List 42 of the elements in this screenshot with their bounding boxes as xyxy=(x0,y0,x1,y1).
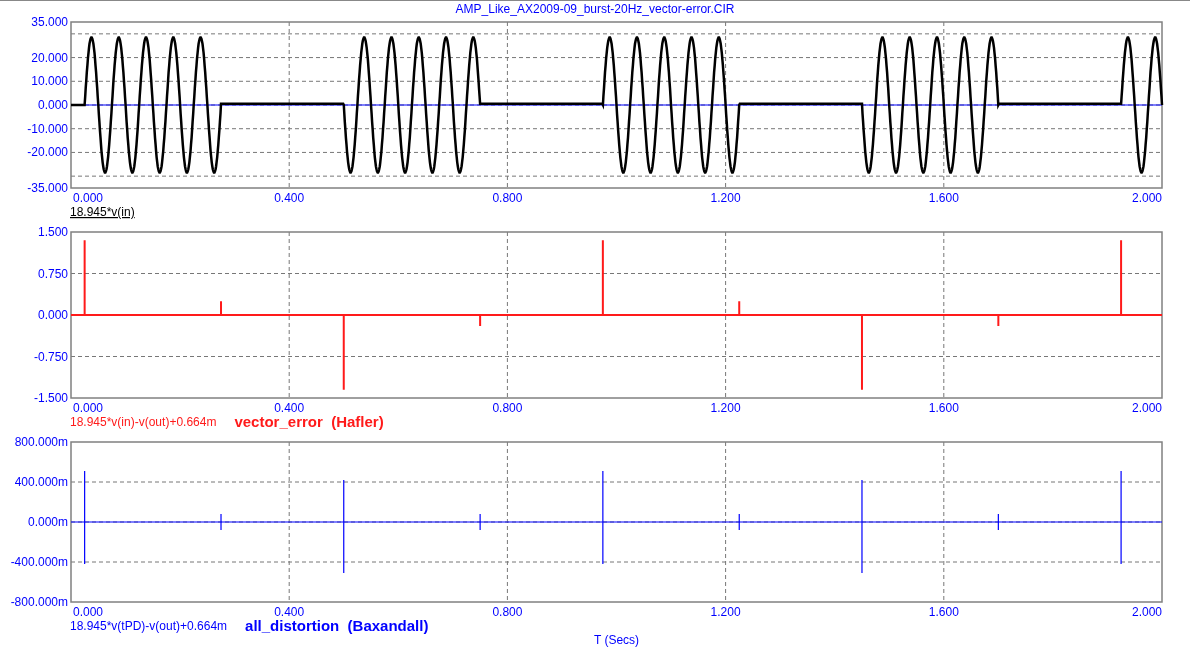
x-axis-label: 1.600 xyxy=(928,605,959,619)
x-axis-label: 1.200 xyxy=(710,401,741,415)
y-axis-label: 20.000 xyxy=(31,50,68,65)
x-axis-label: 1.600 xyxy=(928,191,959,205)
trace-label: 18.945*v(in) xyxy=(70,205,135,219)
x-axis-label: 0.000 xyxy=(73,191,104,205)
plot-caption: all_distortion (Baxandall) xyxy=(245,617,429,634)
x-axis-label: 0.800 xyxy=(492,605,523,619)
x-axis-label: 0.000 xyxy=(73,401,104,415)
y-axis-label: -400.000m xyxy=(10,555,68,569)
trace-label: 18.945*v(tPD)-v(out)+0.664m xyxy=(70,619,228,633)
y-axis-label: 800.000m xyxy=(14,436,68,449)
x-axis-label: 2.000 xyxy=(1131,605,1162,619)
plot-caption: vector_error (Hafler) xyxy=(234,413,384,430)
y-axis-label: 0.000m xyxy=(27,515,68,529)
y-axis-label: -800.000m xyxy=(10,595,68,609)
x-axis-label: 0.000 xyxy=(73,605,104,619)
x-axis-label: 1.200 xyxy=(710,191,741,205)
x-axis-label: 2.000 xyxy=(1131,191,1162,205)
y-axis-label: 35.000 xyxy=(31,16,68,29)
y-axis-label: 0.750 xyxy=(37,266,68,281)
x-axis-title: T (Secs) xyxy=(593,633,640,647)
y-axis-label: 0.000 xyxy=(37,98,68,112)
chart-title: AMP_Like_AX2009-09_burst-20Hz_vector-error.CIR xyxy=(455,2,735,15)
x-axis-label: 0.400 xyxy=(274,401,305,415)
y-axis-label: 400.000m xyxy=(14,475,68,489)
y-axis-label: -0.750 xyxy=(33,349,68,364)
x-axis-label: 0.800 xyxy=(492,401,523,415)
y-axis-label: 0.000 xyxy=(37,308,68,322)
trace-label: 18.945*v(in)-v(out)+0.664m xyxy=(70,415,217,429)
y-axis-label: -10.000 xyxy=(27,121,68,136)
x-axis-label: 1.200 xyxy=(710,605,741,619)
x-axis-label: 2.000 xyxy=(1131,401,1162,415)
y-axis-label: 1.500 xyxy=(37,226,68,239)
y-axis-label: -35.000 xyxy=(27,181,68,195)
y-axis-label: 10.000 xyxy=(31,74,68,89)
x-axis-label: 0.800 xyxy=(492,191,523,205)
y-axis-label: -20.000 xyxy=(27,145,68,160)
x-axis-label: 0.400 xyxy=(274,605,305,619)
y-axis-label: -1.500 xyxy=(33,391,68,405)
x-axis-label: 1.600 xyxy=(928,401,959,415)
x-axis-label: 0.400 xyxy=(274,191,305,205)
